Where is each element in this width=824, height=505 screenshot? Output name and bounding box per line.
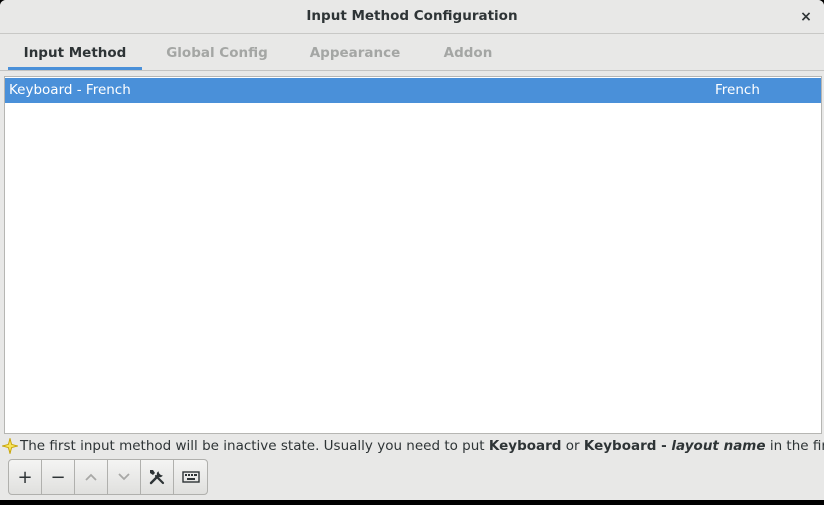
close-icon: × <box>800 9 812 25</box>
move-down-button[interactable] <box>108 460 141 494</box>
keyboard-layout-button[interactable] <box>174 460 207 494</box>
sparkle-icon <box>0 436 20 460</box>
remove-button[interactable]: − <box>42 460 75 494</box>
hint-bold-1: Keyboard <box>488 438 562 454</box>
list-item[interactable]: Keyboard - French French <box>5 78 821 103</box>
tools-icon <box>149 470 165 485</box>
minus-icon: − <box>50 466 66 488</box>
input-method-language: French <box>715 82 760 98</box>
tab-input-method[interactable]: Input Method <box>8 34 142 70</box>
hint-message: The first input method will be inactive … <box>0 436 824 456</box>
keyboard-icon <box>181 471 200 483</box>
hint-italic: layout name <box>671 438 766 454</box>
input-method-list[interactable]: Keyboard - French French <box>4 76 822 434</box>
hint-text-3: in the first place. <box>769 438 824 454</box>
add-button[interactable]: + <box>9 460 42 494</box>
close-button[interactable]: × <box>794 5 818 29</box>
plus-icon: + <box>17 466 33 488</box>
chevron-down-icon <box>118 473 130 481</box>
input-method-name: Keyboard - French <box>9 82 131 98</box>
hint-text-1: The first input method will be inactive … <box>20 438 489 454</box>
move-up-button[interactable] <box>75 460 108 494</box>
tab-global-config[interactable]: Global Config <box>152 34 282 70</box>
chevron-up-icon <box>85 473 97 481</box>
tab-addon[interactable]: Addon <box>426 34 510 70</box>
hint-bold-2: Keyboard - <box>583 438 672 454</box>
list-toolbar: + − <box>8 459 208 495</box>
hint-text-2: or <box>561 438 584 454</box>
configure-button[interactable] <box>141 460 174 494</box>
tab-bar: Input Method Global Config Appearance Ad… <box>0 34 824 71</box>
title-bar[interactable]: Input Method Configuration × <box>0 0 824 34</box>
window-title: Input Method Configuration <box>306 8 518 24</box>
tab-appearance[interactable]: Appearance <box>296 34 414 70</box>
input-method-config-window: Input Method Configuration × Input Metho… <box>0 0 824 500</box>
